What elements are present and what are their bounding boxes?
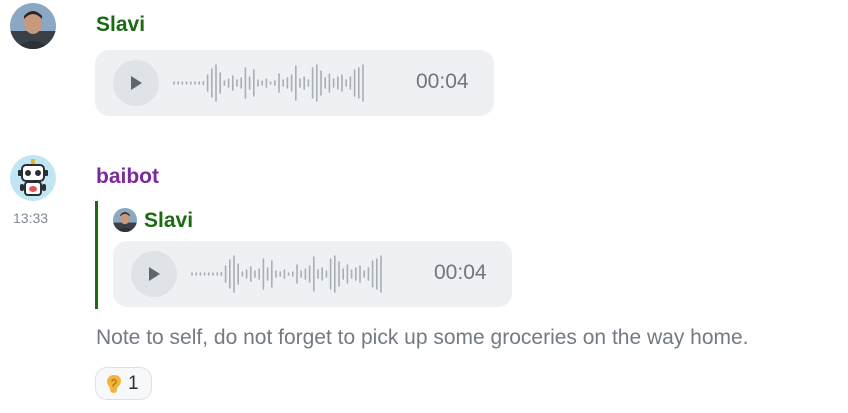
message-text: Note to self, do not forget to pick up s… <box>96 326 749 349</box>
user-photo-avatar-icon <box>10 3 56 49</box>
play-button[interactable] <box>113 60 159 106</box>
waveform[interactable] <box>191 253 387 295</box>
play-icon <box>149 267 160 281</box>
ear-emoji-icon <box>107 374 121 393</box>
reply-quote-bar <box>95 201 98 309</box>
voice-message: 00:04 <box>95 50 494 116</box>
play-button[interactable] <box>131 251 177 297</box>
slavi-avatar[interactable] <box>10 3 56 49</box>
sender-name-slavi[interactable]: Slavi <box>96 13 145 37</box>
sender-name-baibot[interactable]: baibot <box>96 165 159 189</box>
play-icon <box>131 76 142 90</box>
quoted-sender-avatar[interactable] <box>113 208 137 232</box>
message-timestamp: 13:33 <box>13 210 49 226</box>
robot-avatar-icon <box>10 155 56 201</box>
reaction-count: 1 <box>128 372 139 394</box>
quoted-voice-message[interactable]: 00:04 <box>113 241 512 307</box>
baibot-avatar[interactable] <box>10 155 56 201</box>
quoted-sender-name[interactable]: Slavi <box>144 209 193 233</box>
voice-duration: 00:04 <box>416 70 469 93</box>
waveform[interactable] <box>173 62 369 104</box>
user-photo-avatar-icon <box>113 208 137 232</box>
reaction-pill[interactable]: 1 <box>95 367 152 400</box>
voice-duration: 00:04 <box>434 261 487 284</box>
